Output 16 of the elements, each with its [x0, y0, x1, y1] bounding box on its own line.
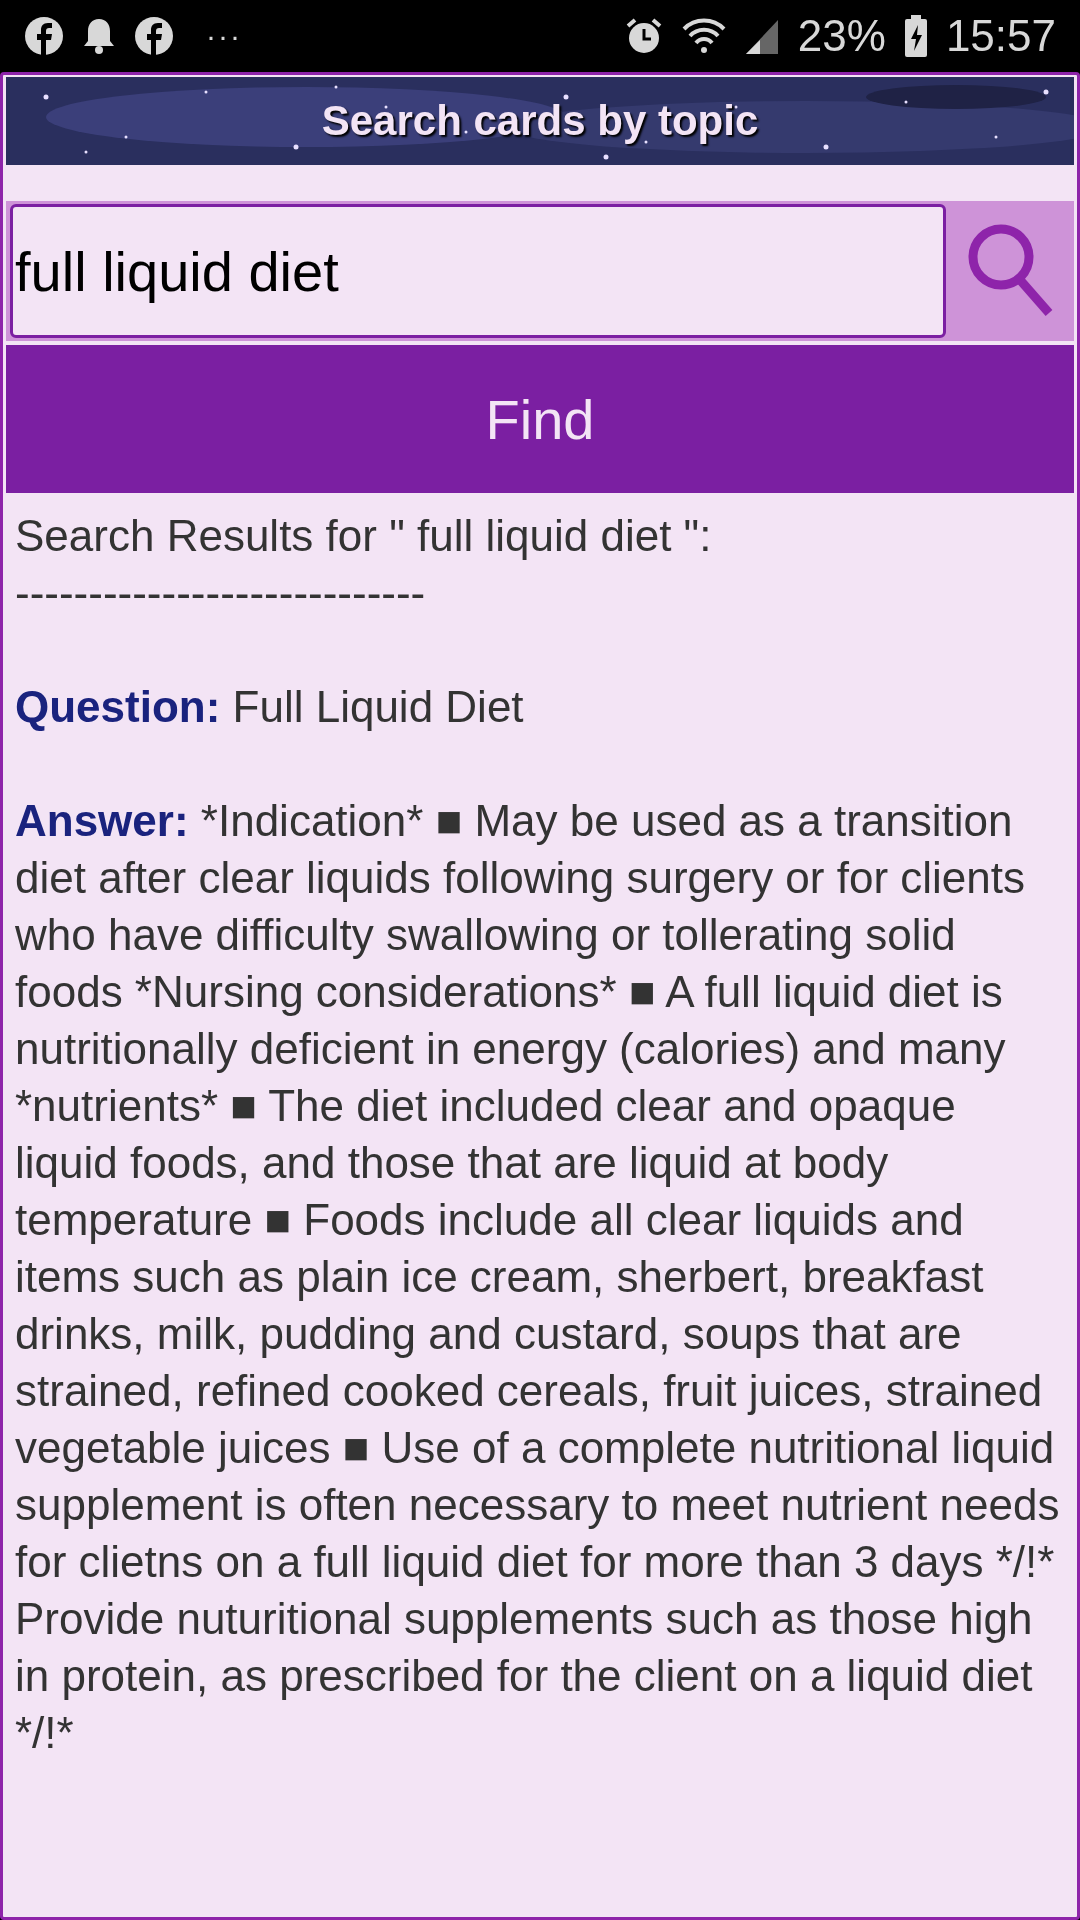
question-text: Question: Full Liquid Diet	[15, 681, 525, 733]
facebook-icon	[134, 16, 174, 56]
bell-icon	[82, 17, 116, 55]
battery-charging-icon	[903, 15, 928, 57]
wifi-icon	[681, 17, 726, 55]
search-field[interactable]: full liquid diet	[10, 204, 946, 338]
header-title: Search cards by topic	[321, 97, 759, 145]
facebook-icon	[24, 16, 64, 56]
more-indicator: ···	[206, 19, 242, 53]
signal-icon	[743, 18, 780, 54]
clock-time: 15:57	[945, 11, 1056, 61]
results-heading: Search Results for " full liquid diet ":	[15, 510, 713, 562]
answer-text: Answer: *Indication* ■ May be used as a transition diet after clear liquids following surgery or for clients who have difficulty swallowing or tollerating solid foods *Nursing considerations* ■ A full liquid diet is nutritionally deficient in energy (calories) and many *nutrients* ■ The diet included clear and opaque liquid foods, and those that are liquid at body temperature ■ Foods include all clear liquids and items such as plain ice cream, sherbert, breakfast drinks, milk, pudding and custard, soups that are strained, refined cooked cereals, fruit juices, strained vegetable juices ■ Use of a complete nutritional liquid supplement is often necessary to meet nutrient needs for clietns on a full liquid diet for more than 3 days */!* Provide nuturitional supplements such as those high in protein, as prescribed for the client on a liquid diet */!*	[15, 795, 1061, 1759]
battery-percent: 23%	[797, 11, 886, 61]
find-button[interactable]: Find	[6, 345, 1074, 493]
divider-text: ----------------------------	[15, 567, 427, 619]
